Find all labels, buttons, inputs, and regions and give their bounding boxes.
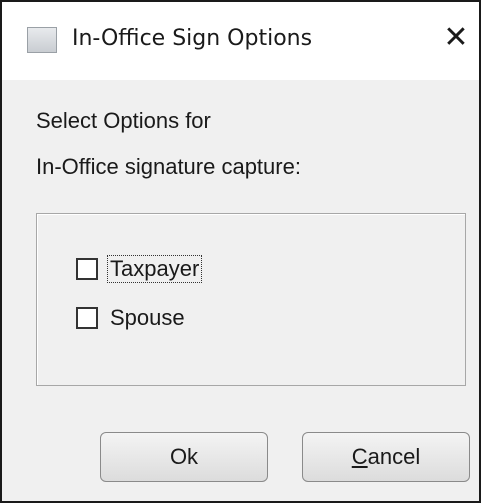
prompt-line-1: Select Options for: [36, 108, 211, 133]
close-button[interactable]: ✕: [434, 16, 478, 60]
sign-options-dialog: In-Office Sign Options ✕ Select Options …: [0, 0, 481, 503]
app-window-icon: [27, 27, 57, 53]
title-bar: In-Office Sign Options ✕: [2, 2, 479, 80]
ok-button[interactable]: Ok: [100, 432, 268, 482]
options-groupbox: [36, 213, 466, 386]
spouse-checkbox-box[interactable]: [76, 307, 98, 329]
cancel-label-rest: ancel: [367, 444, 421, 469]
spouse-checkbox[interactable]: Spouse: [76, 303, 187, 333]
cancel-mnemonic: C: [351, 444, 368, 469]
taxpayer-label[interactable]: Taxpayer: [106, 255, 203, 283]
cancel-button[interactable]: Cancel: [302, 432, 470, 482]
prompt-line-2: In-Office signature capture:: [36, 154, 301, 179]
spouse-label[interactable]: Spouse: [108, 305, 187, 331]
window-title: In-Office Sign Options: [72, 26, 313, 51]
taxpayer-checkbox[interactable]: Taxpayer: [76, 254, 203, 284]
taxpayer-checkbox-box[interactable]: [76, 258, 98, 280]
